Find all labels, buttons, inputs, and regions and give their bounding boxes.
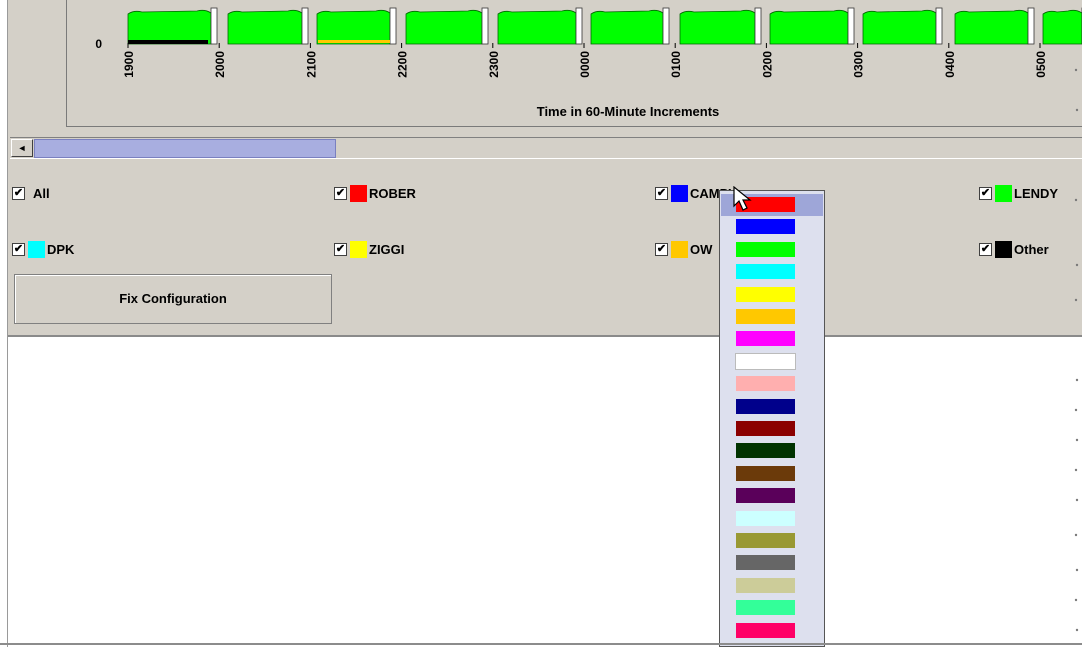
chart-area-segment [679, 9, 756, 45]
legend-label: ZIGGI [369, 241, 405, 257]
color-option-white[interactable] [735, 352, 796, 370]
legend-item-other[interactable]: ✔ Other [979, 240, 1049, 258]
chart-area-segment [769, 9, 849, 45]
scroll-left-button[interactable]: ◄ [11, 139, 33, 157]
mouse-pointer-icon [733, 186, 752, 211]
color-swatch[interactable] [995, 184, 1012, 202]
color-option-brown[interactable] [736, 465, 795, 481]
x-tick-label: 0300 [852, 51, 866, 78]
checkbox[interactable]: ✔ [655, 186, 668, 200]
legend-label: OW [690, 241, 713, 257]
legend-item-all[interactable]: ✔ All [12, 184, 50, 202]
x-tick-label: 2200 [396, 51, 410, 78]
fix-configuration-button[interactable]: Fix Configuration [14, 274, 332, 324]
checkbox[interactable]: ✔ [12, 186, 25, 200]
x-tick-label: 0000 [578, 51, 592, 78]
scrollbar-thumb[interactable] [34, 139, 336, 158]
chart-area-segment [862, 9, 937, 45]
x-tick-label: 0400 [943, 51, 957, 78]
legend-item-dpk[interactable]: ✔ DPK [12, 240, 74, 258]
x-tick-label: 0500 [1034, 51, 1048, 78]
chart-area-segment [590, 9, 664, 45]
x-tick-label: 2100 [304, 51, 318, 78]
chart-gap-marker [389, 7, 397, 45]
chart-area-segment [127, 9, 212, 45]
chart-area-segment [316, 9, 391, 45]
color-picker-menu [719, 190, 825, 647]
ow-series-baseline [318, 40, 390, 43]
legend-item-ow[interactable]: ✔ OW [655, 240, 712, 258]
color-option-yellow[interactable] [736, 286, 795, 302]
checkbox[interactable]: ✔ [334, 186, 347, 200]
arrow-left-icon: ◄ [17, 143, 27, 153]
color-option-orange[interactable] [736, 309, 795, 324]
x-tick-label: 2300 [487, 51, 501, 78]
legend-label: ROBER [369, 185, 416, 201]
chart-gap-marker [754, 7, 762, 45]
legend-label: Other [1014, 241, 1049, 257]
other-series-baseline [128, 40, 208, 44]
color-swatch[interactable] [350, 240, 367, 258]
app-window: 0 1900 2000 2100 2200 2300 0000 0100 0200 0300 04… [0, 0, 1082, 647]
checkbox[interactable]: ✔ [979, 186, 992, 200]
color-swatch[interactable] [28, 240, 45, 258]
color-option-light-cyan[interactable] [736, 510, 795, 526]
legend-item-ziggi[interactable]: ✔ ZIGGI [334, 240, 404, 258]
chart-area-segment [497, 9, 577, 45]
legend-label: DPK [47, 241, 75, 257]
color-option-dark-red[interactable] [736, 421, 795, 436]
checkbox[interactable]: ✔ [334, 242, 347, 256]
chart-area-segment [405, 9, 483, 45]
color-swatch[interactable] [350, 184, 367, 202]
chart-gap-marker [662, 7, 670, 45]
chart-gap-marker [1027, 7, 1035, 45]
window-right-edge [1074, 68, 1079, 632]
chart-gap-marker [575, 7, 583, 45]
legend-label: All [33, 185, 50, 201]
color-swatch[interactable] [671, 184, 688, 202]
chart-area-segment [954, 9, 1029, 45]
color-option-dark-green[interactable] [736, 443, 795, 459]
color-option-green[interactable] [736, 241, 795, 257]
chart-gap-marker [935, 7, 943, 45]
color-option-sea-green[interactable] [736, 600, 795, 616]
color-option-purple[interactable] [736, 488, 795, 504]
chart-area-segment [227, 9, 303, 45]
checkbox[interactable]: ✔ [655, 242, 668, 256]
x-tick-label: 2000 [213, 51, 227, 78]
color-option-olive[interactable] [736, 533, 795, 548]
color-option-pink[interactable] [736, 376, 795, 392]
color-option-crimson[interactable] [736, 622, 795, 638]
checkbox[interactable]: ✔ [12, 242, 25, 256]
color-option-gray[interactable] [736, 555, 795, 571]
color-option-magenta[interactable] [736, 331, 795, 347]
legend-item-rober[interactable]: ✔ ROBER [334, 184, 416, 202]
x-tick-label: 0200 [760, 51, 774, 78]
color-option-blue[interactable] [736, 219, 795, 235]
color-swatch[interactable] [995, 240, 1012, 258]
checkbox[interactable]: ✔ [979, 242, 992, 256]
color-option-navy[interactable] [736, 398, 795, 414]
legend-label: LENDY [1014, 185, 1059, 201]
legend-item-lendy[interactable]: ✔ LENDY [979, 184, 1058, 202]
color-swatch[interactable] [671, 240, 688, 258]
x-axis-label: Time in 60-Minute Increments [536, 104, 720, 119]
color-option-tan[interactable] [736, 577, 795, 593]
window-bottom-border [0, 643, 1082, 645]
chart-gap-marker [210, 7, 218, 45]
chart-gap-marker [847, 7, 855, 45]
chart-gap-marker [301, 7, 309, 45]
y-axis-zero-label: 0 [95, 37, 102, 51]
color-option-cyan[interactable] [736, 264, 795, 280]
x-tick-label: 1900 [122, 51, 136, 78]
chart-gap-marker [481, 7, 489, 45]
x-tick-label: 0100 [669, 51, 683, 78]
